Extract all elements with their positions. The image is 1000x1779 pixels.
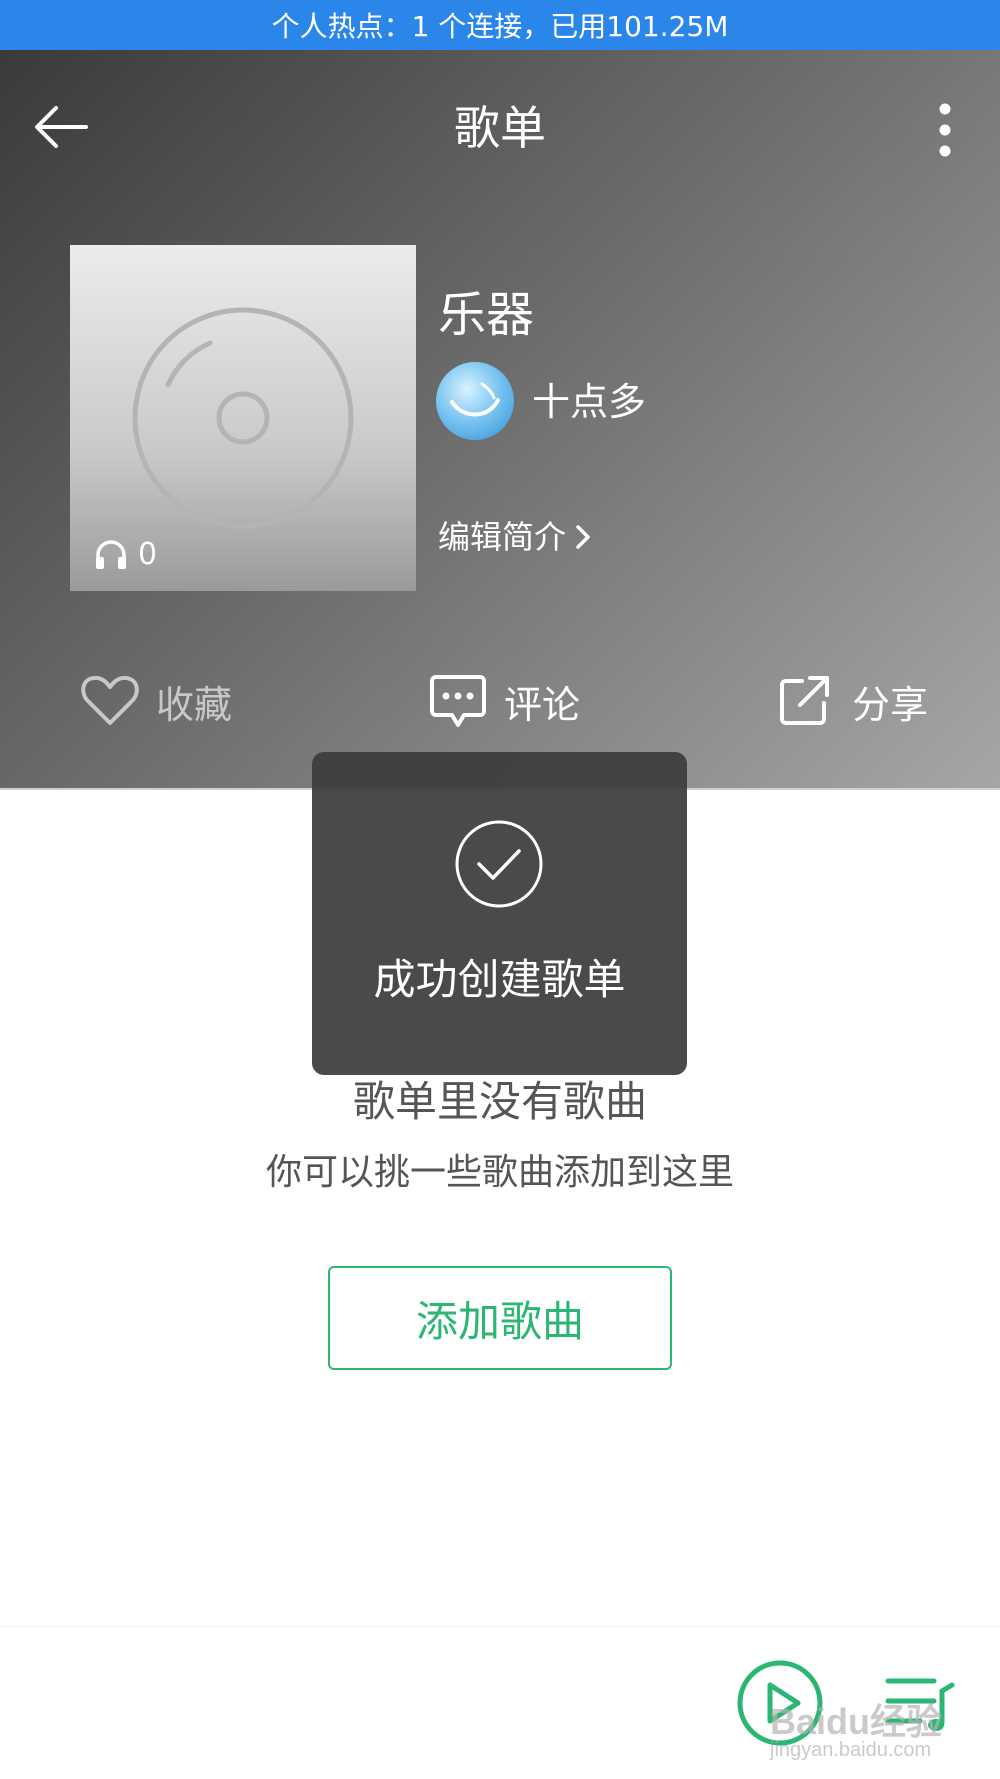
play-count-value: 0 xyxy=(138,537,158,572)
success-toast: 成功创建歌单 xyxy=(312,752,687,1075)
edit-intro-link[interactable]: 编辑简介 xyxy=(438,515,592,559)
share-button[interactable]: 分享 xyxy=(776,670,928,732)
avatar[interactable] xyxy=(436,362,514,440)
playlist-cover[interactable]: 0 xyxy=(70,245,416,591)
status-bar: 个人热点：1 个连接，已用101.25M xyxy=(0,0,1000,50)
page-title: 歌单 xyxy=(454,101,546,155)
empty-state-description: 你可以挑一些歌曲添加到这里 xyxy=(265,1152,734,1193)
mini-player-bar: Baidu经验 jingyan.baidu.com xyxy=(0,1626,1000,1779)
status-bar-text: 个人热点：1 个连接，已用101.25M xyxy=(271,10,729,43)
empty-state-title: 歌单里没有歌曲 xyxy=(352,1077,647,1126)
watermark-url: jingyan.baidu.com xyxy=(770,1739,932,1761)
disc-icon xyxy=(132,307,354,529)
share-label: 分享 xyxy=(852,682,929,727)
creator-name[interactable]: 十点多 xyxy=(532,378,646,426)
checkmark-circle-icon xyxy=(455,820,543,908)
play-count: 0 xyxy=(94,537,157,572)
playlist-name: 乐器 xyxy=(438,287,535,343)
more-vertical-icon xyxy=(939,103,951,157)
heart-icon xyxy=(81,675,139,725)
chevron-right-icon xyxy=(576,525,590,549)
headphones-icon xyxy=(96,539,126,569)
avatar-image xyxy=(450,382,500,417)
more-options-button[interactable] xyxy=(922,100,968,160)
toast-message: 成功创建歌单 xyxy=(373,955,626,1004)
comment-icon xyxy=(430,675,486,727)
collect-button[interactable]: 收藏 xyxy=(80,670,232,732)
collect-label: 收藏 xyxy=(156,682,233,727)
add-songs-button[interactable]: 添加歌曲 xyxy=(328,1266,672,1370)
share-icon xyxy=(780,676,829,725)
watermark-logo: Baidu经验 xyxy=(770,1701,943,1742)
comment-button[interactable]: 评论 xyxy=(428,670,580,732)
edit-intro-label: 编辑简介 xyxy=(438,518,567,556)
comment-label: 评论 xyxy=(504,682,581,727)
